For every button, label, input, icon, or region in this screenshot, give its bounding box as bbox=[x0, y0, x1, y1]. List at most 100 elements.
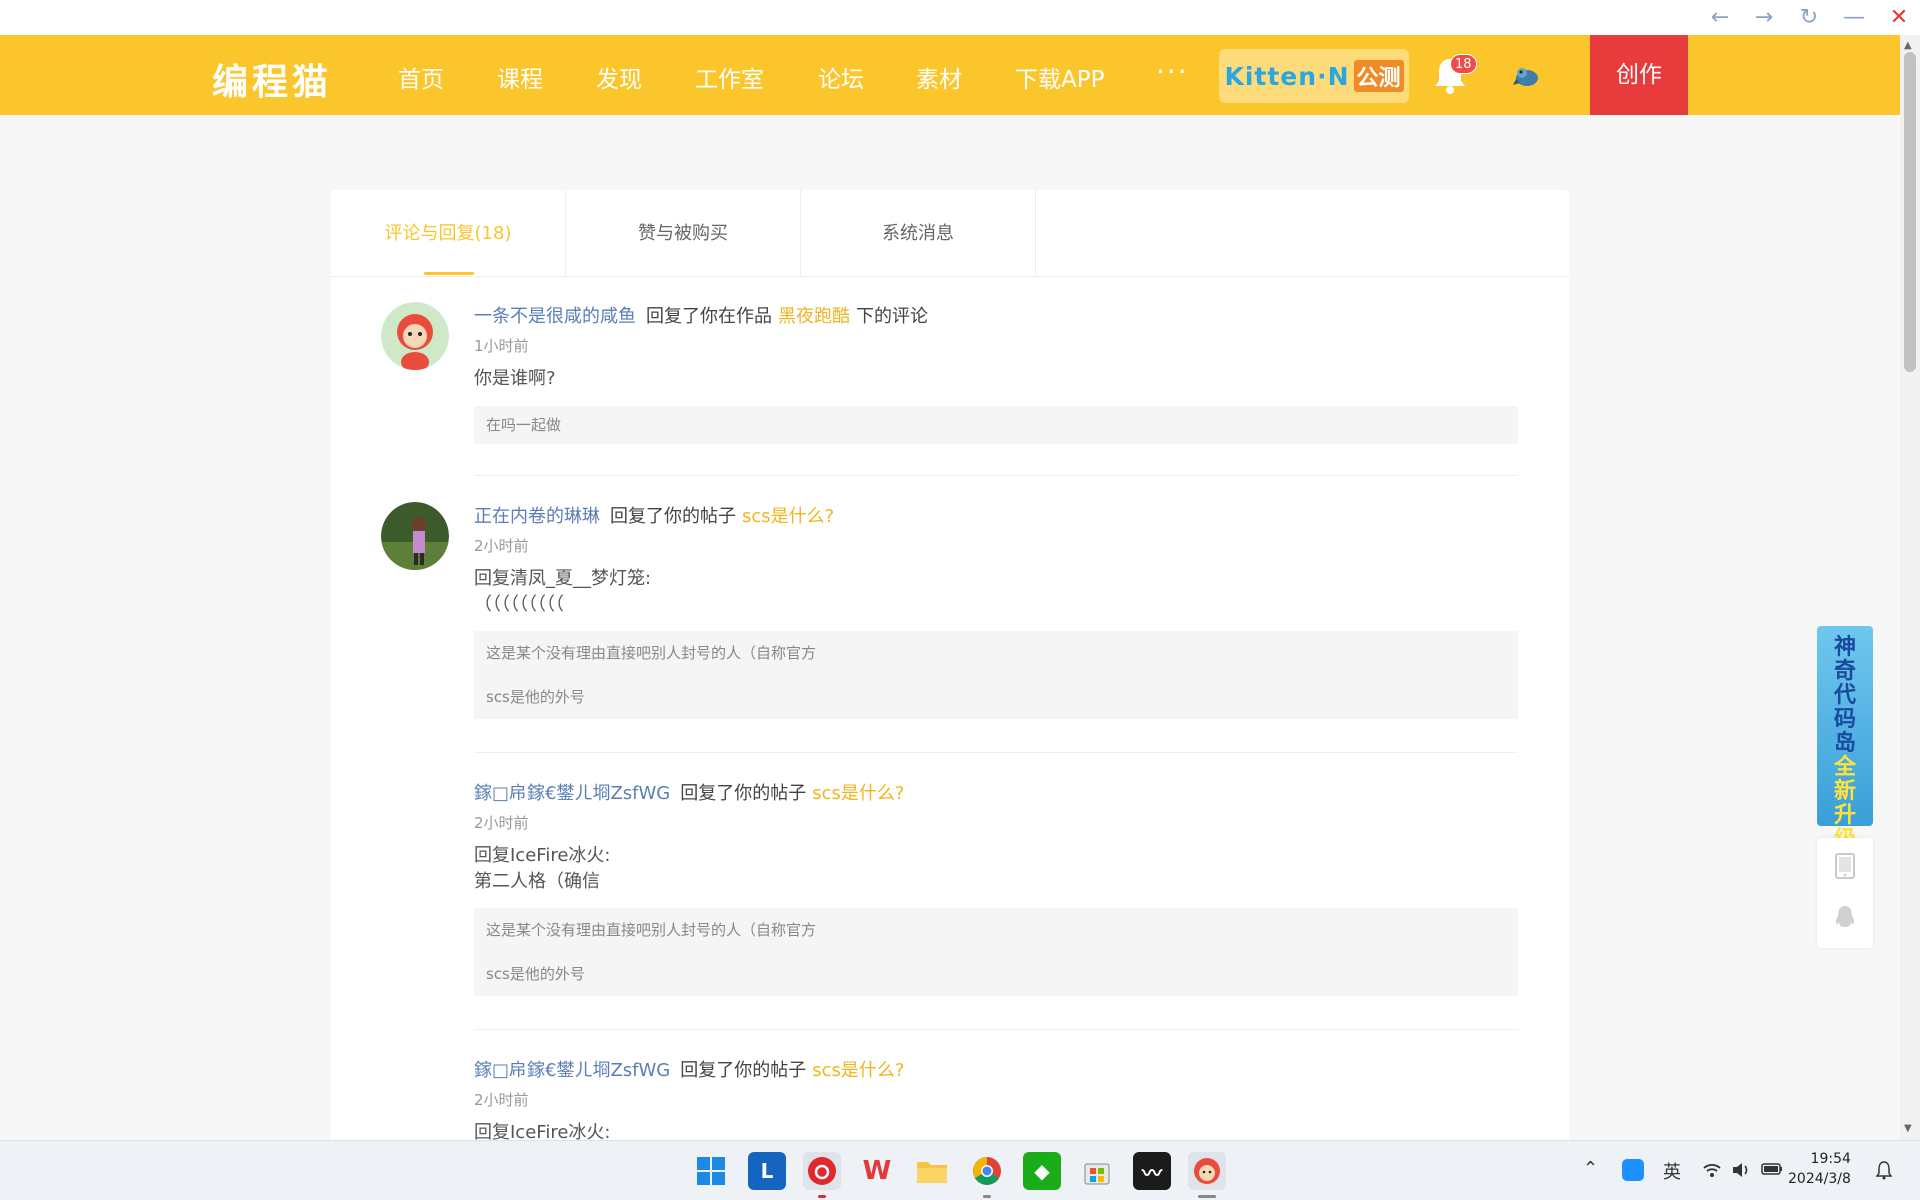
quoted-text: scs是他的外号 bbox=[486, 688, 585, 706]
store-bag-icon bbox=[1084, 1163, 1110, 1185]
site-logo[interactable]: 编程猫 bbox=[212, 53, 332, 105]
divider bbox=[474, 475, 1518, 476]
message-header: 鎵□帍鎵€鐢ㄦ埛ZsfWG 回复了你的帖子 scs是什么? bbox=[474, 1056, 910, 1082]
quoted-comment: 这是某个没有理由直接吧别人封号的人（自称官方 scs是他的外号 bbox=[474, 631, 1518, 719]
windows-logo-icon bbox=[697, 1157, 725, 1185]
nav-courses[interactable]: 课程 bbox=[497, 60, 543, 94]
battery-icon[interactable] bbox=[1761, 1162, 1783, 1176]
scroll-up-arrow-icon[interactable]: ▲ bbox=[1904, 40, 1912, 51]
active-tab-indicator bbox=[424, 272, 474, 275]
wifi-icon[interactable] bbox=[1702, 1161, 1722, 1179]
microsoft-store-icon[interactable] bbox=[1078, 1152, 1116, 1190]
taskbar: L W ◆ 〰 ⌃ 英 19:54 2024/3/8 bbox=[0, 1140, 1920, 1200]
divider bbox=[474, 752, 1518, 753]
message-user-link[interactable]: 一条不是很咸的咸鱼 bbox=[474, 306, 636, 327]
volume-icon[interactable] bbox=[1731, 1161, 1751, 1179]
tablet-icon[interactable] bbox=[1833, 852, 1857, 880]
side-banner-text: 神奇代码岛全新升级 bbox=[1829, 636, 1861, 852]
codemao-cat-icon bbox=[1194, 1158, 1220, 1184]
nav-discover[interactable]: 发现 bbox=[596, 60, 642, 94]
side-banner-line1: 神奇代码岛 bbox=[1833, 635, 1856, 756]
security-app-icon[interactable]: L bbox=[748, 1152, 786, 1190]
tab-comments-replies[interactable]: 评论与回复(18) bbox=[331, 190, 566, 277]
ime-indicator[interactable]: 英 bbox=[1663, 1158, 1681, 1184]
chrome-icon[interactable] bbox=[968, 1152, 1006, 1190]
running-indicator bbox=[818, 1195, 826, 1198]
message-user-link[interactable]: 鎵□帍鎵€鐢ㄦ埛ZsfWG bbox=[474, 783, 670, 804]
message-action: 回复了你的帖子 bbox=[610, 506, 736, 527]
scrollbar-thumb[interactable] bbox=[1904, 52, 1916, 372]
green-store-icon[interactable]: ◆ bbox=[1023, 1152, 1061, 1190]
message-body: 回复清凤_夏__梦灯笼: （（（（（（（（（ bbox=[474, 568, 652, 615]
clock-time: 19:54 bbox=[1810, 1151, 1851, 1167]
folder-icon bbox=[917, 1162, 947, 1183]
chrome-logo-icon bbox=[973, 1157, 1001, 1185]
more-menu-icon[interactable]: ··· bbox=[1156, 55, 1189, 88]
message-header: 一条不是很咸的咸鱼 回复了你在作品 黑夜跑酷 下的评论 bbox=[474, 302, 928, 328]
active-app-indicator bbox=[1198, 1195, 1216, 1198]
forward-icon[interactable]: → bbox=[1750, 4, 1778, 32]
quoted-comment: 这是某个没有理由直接吧别人封号的人（自称官方 scs是他的外号 bbox=[474, 908, 1518, 996]
file-explorer-icon[interactable] bbox=[913, 1152, 951, 1190]
avatar[interactable] bbox=[381, 302, 449, 370]
kitten-n-beta-button[interactable]: Kitten·N 公测 bbox=[1219, 49, 1409, 103]
nav-materials[interactable]: 素材 bbox=[916, 60, 962, 94]
messages-panel: 评论与回复(18) 赞与被购买 系统消息 一条不是很咸的咸鱼 回复了你在作品 黑夜跑… bbox=[331, 190, 1569, 1150]
message-time: 2小时前 bbox=[474, 537, 529, 555]
message-header: 正在内卷的琳琳 回复了你的帖子 scs是什么? bbox=[474, 502, 840, 528]
side-promo-banner[interactable]: 神奇代码岛全新升级 bbox=[1817, 626, 1873, 852]
back-icon[interactable]: ← bbox=[1706, 4, 1734, 32]
nav-download-app[interactable]: 下载APP bbox=[1015, 60, 1104, 94]
kitten-label: Kitten·N bbox=[1224, 61, 1350, 91]
quoted-text: 这是某个没有理由直接吧别人封号的人（自称官方 bbox=[486, 644, 817, 662]
message-target-link[interactable]: scs是什么? bbox=[742, 506, 834, 527]
message-target-link[interactable]: 黑夜跑酷 bbox=[778, 306, 850, 327]
netease-logo-icon bbox=[808, 1157, 836, 1185]
message-target-link[interactable]: scs是什么? bbox=[812, 1060, 904, 1081]
avatar[interactable] bbox=[381, 502, 449, 570]
nav-home[interactable]: 首页 bbox=[398, 60, 444, 94]
reload-icon[interactable]: ↻ bbox=[1795, 4, 1823, 32]
message-user-link[interactable]: 正在内卷的琳琳 bbox=[474, 506, 600, 527]
running-indicator bbox=[983, 1195, 991, 1198]
message-action: 回复了你在作品 bbox=[646, 306, 772, 327]
notification-bell-icon[interactable] bbox=[1875, 1160, 1893, 1180]
message-body: 你是谁啊? bbox=[474, 368, 556, 389]
message-action: 回复了你的帖子 bbox=[680, 783, 807, 804]
quoted-text: 在吗一起做 bbox=[486, 416, 562, 434]
message-user-link[interactable]: 鎵□帍鎵€鐢ㄦ埛ZsfWG bbox=[474, 1060, 670, 1081]
quoted-text: 这是某个没有理由直接吧别人封号的人（自称官方 bbox=[486, 921, 817, 939]
message-body: 回复IceFire冰火: 第二人格（确信 bbox=[474, 845, 611, 892]
message-time: 2小时前 bbox=[474, 1091, 529, 1109]
quoted-comment: 在吗一起做 bbox=[474, 406, 1518, 444]
system-clock[interactable]: 19:54 2024/3/8 bbox=[1788, 1149, 1851, 1189]
create-button[interactable]: 创作 bbox=[1590, 35, 1688, 115]
qq-penguin-icon[interactable] bbox=[1833, 904, 1857, 932]
dark-app-icon[interactable]: 〰 bbox=[1133, 1152, 1171, 1190]
scroll-down-arrow-icon[interactable]: ▼ bbox=[1904, 1123, 1912, 1134]
message-tabs: 评论与回复(18) 赞与被购买 系统消息 bbox=[331, 190, 1569, 277]
minimize-icon[interactable]: — bbox=[1840, 4, 1868, 32]
message-time: 1小时前 bbox=[474, 337, 529, 355]
notification-count-badge: 18 bbox=[1450, 54, 1477, 74]
quoted-text: scs是他的外号 bbox=[486, 965, 585, 983]
tab-system-messages[interactable]: 系统消息 bbox=[801, 190, 1036, 277]
user-avatar[interactable] bbox=[1512, 61, 1542, 91]
tray-app-icon[interactable] bbox=[1622, 1159, 1644, 1181]
side-tools bbox=[1817, 838, 1873, 948]
netease-music-icon[interactable] bbox=[803, 1152, 841, 1190]
windows-start-icon[interactable] bbox=[692, 1152, 730, 1190]
close-icon[interactable]: ✕ bbox=[1885, 4, 1913, 32]
nav-forum[interactable]: 论坛 bbox=[818, 60, 864, 94]
message-header: 鎵□帍鎵€鐢ㄦ埛ZsfWG 回复了你的帖子 scs是什么? bbox=[474, 779, 910, 805]
wps-office-icon[interactable]: W bbox=[858, 1152, 896, 1190]
kitten-beta-tag: 公测 bbox=[1353, 60, 1404, 92]
clock-date: 2024/3/8 bbox=[1788, 1171, 1851, 1187]
tray-overflow-chevron-icon[interactable]: ⌃ bbox=[1583, 1158, 1598, 1179]
tab-likes-purchases[interactable]: 赞与被购买 bbox=[566, 190, 801, 277]
site-header: 编程猫 首页 课程 发现 工作室 论坛 素材 下载APP ··· Kitten·… bbox=[0, 35, 1900, 115]
nav-studio[interactable]: 工作室 bbox=[695, 60, 764, 94]
codemao-app-icon[interactable] bbox=[1188, 1152, 1226, 1190]
message-time: 2小时前 bbox=[474, 814, 529, 832]
message-target-link[interactable]: scs是什么? bbox=[812, 783, 904, 804]
